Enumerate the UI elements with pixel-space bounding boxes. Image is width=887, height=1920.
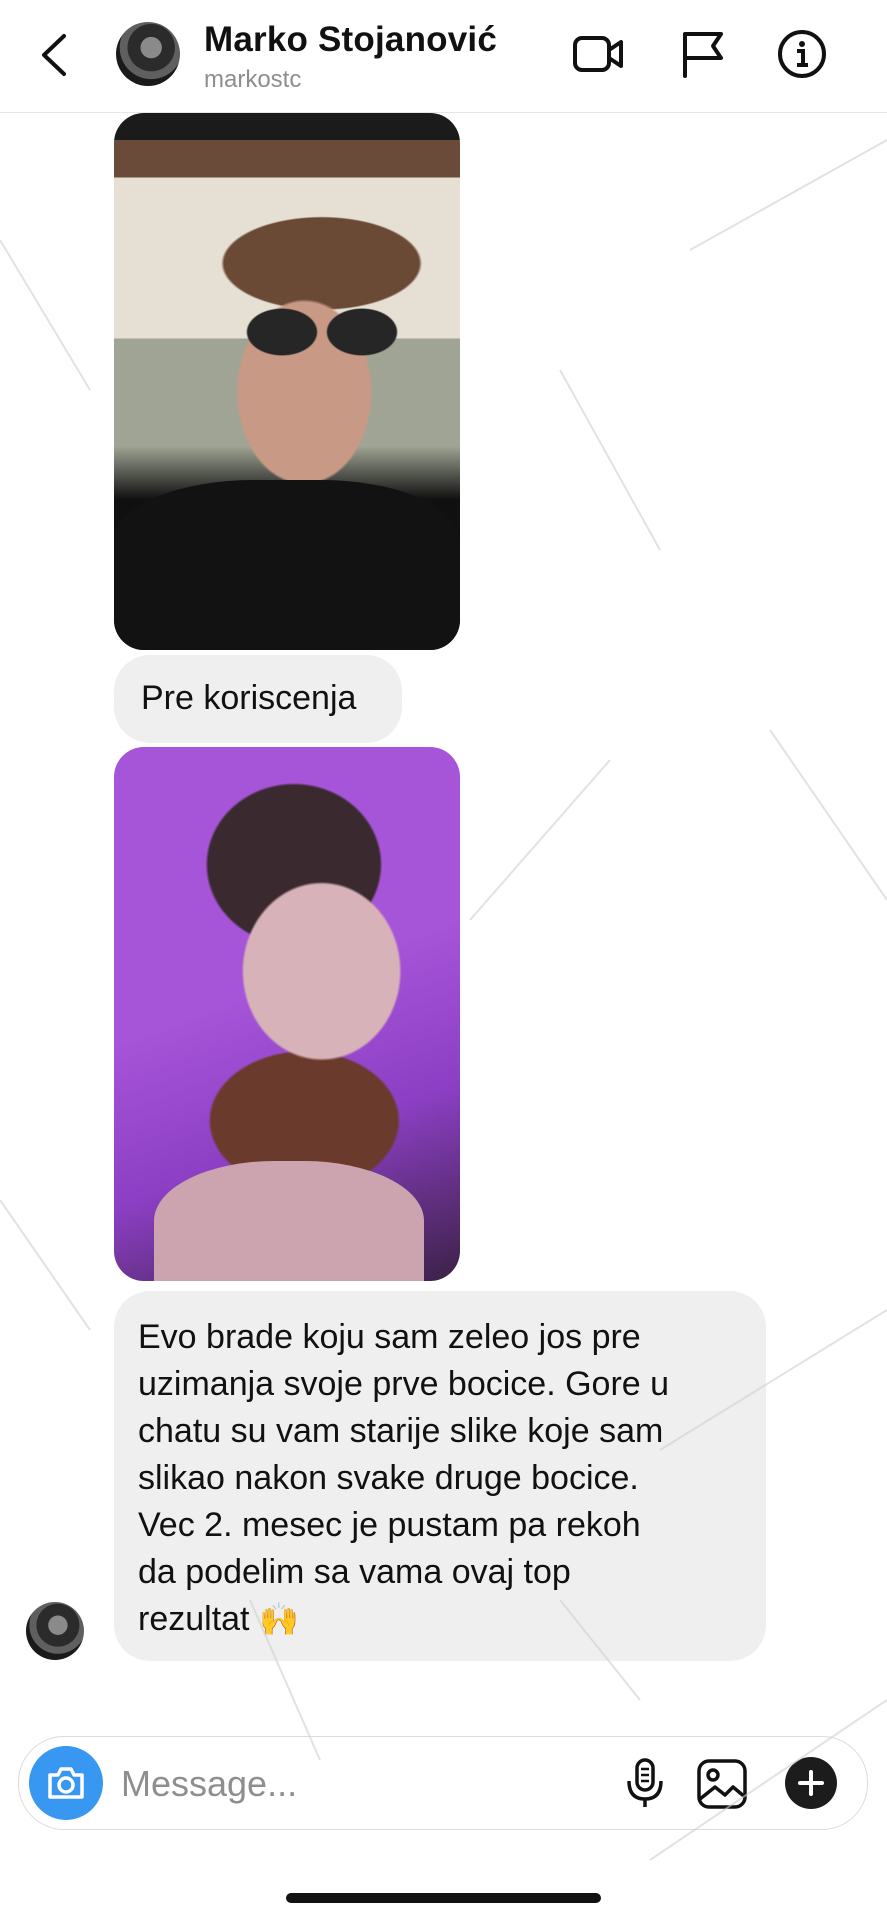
sunglasses-shape	[242, 308, 402, 356]
gallery-icon	[697, 1759, 747, 1809]
message-input[interactable]	[119, 1759, 603, 1809]
plus-icon	[798, 1770, 824, 1796]
camera-button[interactable]	[29, 1746, 103, 1820]
info-button[interactable]	[774, 26, 830, 82]
contact-username[interactable]: markostc	[204, 66, 301, 94]
message-bubble[interactable]: Pre koriscenja	[114, 655, 402, 743]
shirt-shape	[114, 480, 460, 650]
info-icon	[778, 30, 826, 78]
conversation-header: Marko Stojanović markostc	[0, 0, 887, 113]
gallery-button[interactable]	[695, 1757, 749, 1811]
message-text-wrapper: Evo brade koju sam zeleo jos pre uzimanj…	[138, 1314, 748, 1643]
video-call-button[interactable]	[570, 26, 626, 82]
home-indicator	[286, 1893, 601, 1903]
contact-name[interactable]: Marko Stojanović	[204, 20, 497, 60]
neck-shape	[154, 1161, 424, 1281]
message-composer	[18, 1736, 868, 1830]
voice-message-button[interactable]	[619, 1757, 671, 1809]
contact-avatar[interactable]	[116, 22, 180, 86]
message-photo-selfie-sunglasses[interactable]	[114, 113, 460, 650]
camera-icon	[48, 1767, 84, 1799]
back-chevron-icon	[42, 34, 66, 76]
more-options-button[interactable]	[785, 1757, 837, 1809]
message-text: Evo brade koju sam zeleo jos pre uzimanj…	[138, 1318, 670, 1638]
raising-hands-emoji: 🙌	[258, 1600, 299, 1638]
message-bubble[interactable]: Evo brade koju sam zeleo jos pre uzimanj…	[114, 1291, 766, 1661]
video-call-icon	[573, 36, 623, 72]
back-button[interactable]	[34, 30, 74, 80]
message-text: Pre koriscenja	[141, 679, 357, 717]
message-photo-selfie-beard[interactable]	[114, 747, 460, 1281]
report-button[interactable]	[675, 26, 731, 82]
microphone-icon	[627, 1758, 663, 1807]
flag-icon	[683, 32, 723, 78]
sender-avatar[interactable]	[26, 1602, 84, 1660]
